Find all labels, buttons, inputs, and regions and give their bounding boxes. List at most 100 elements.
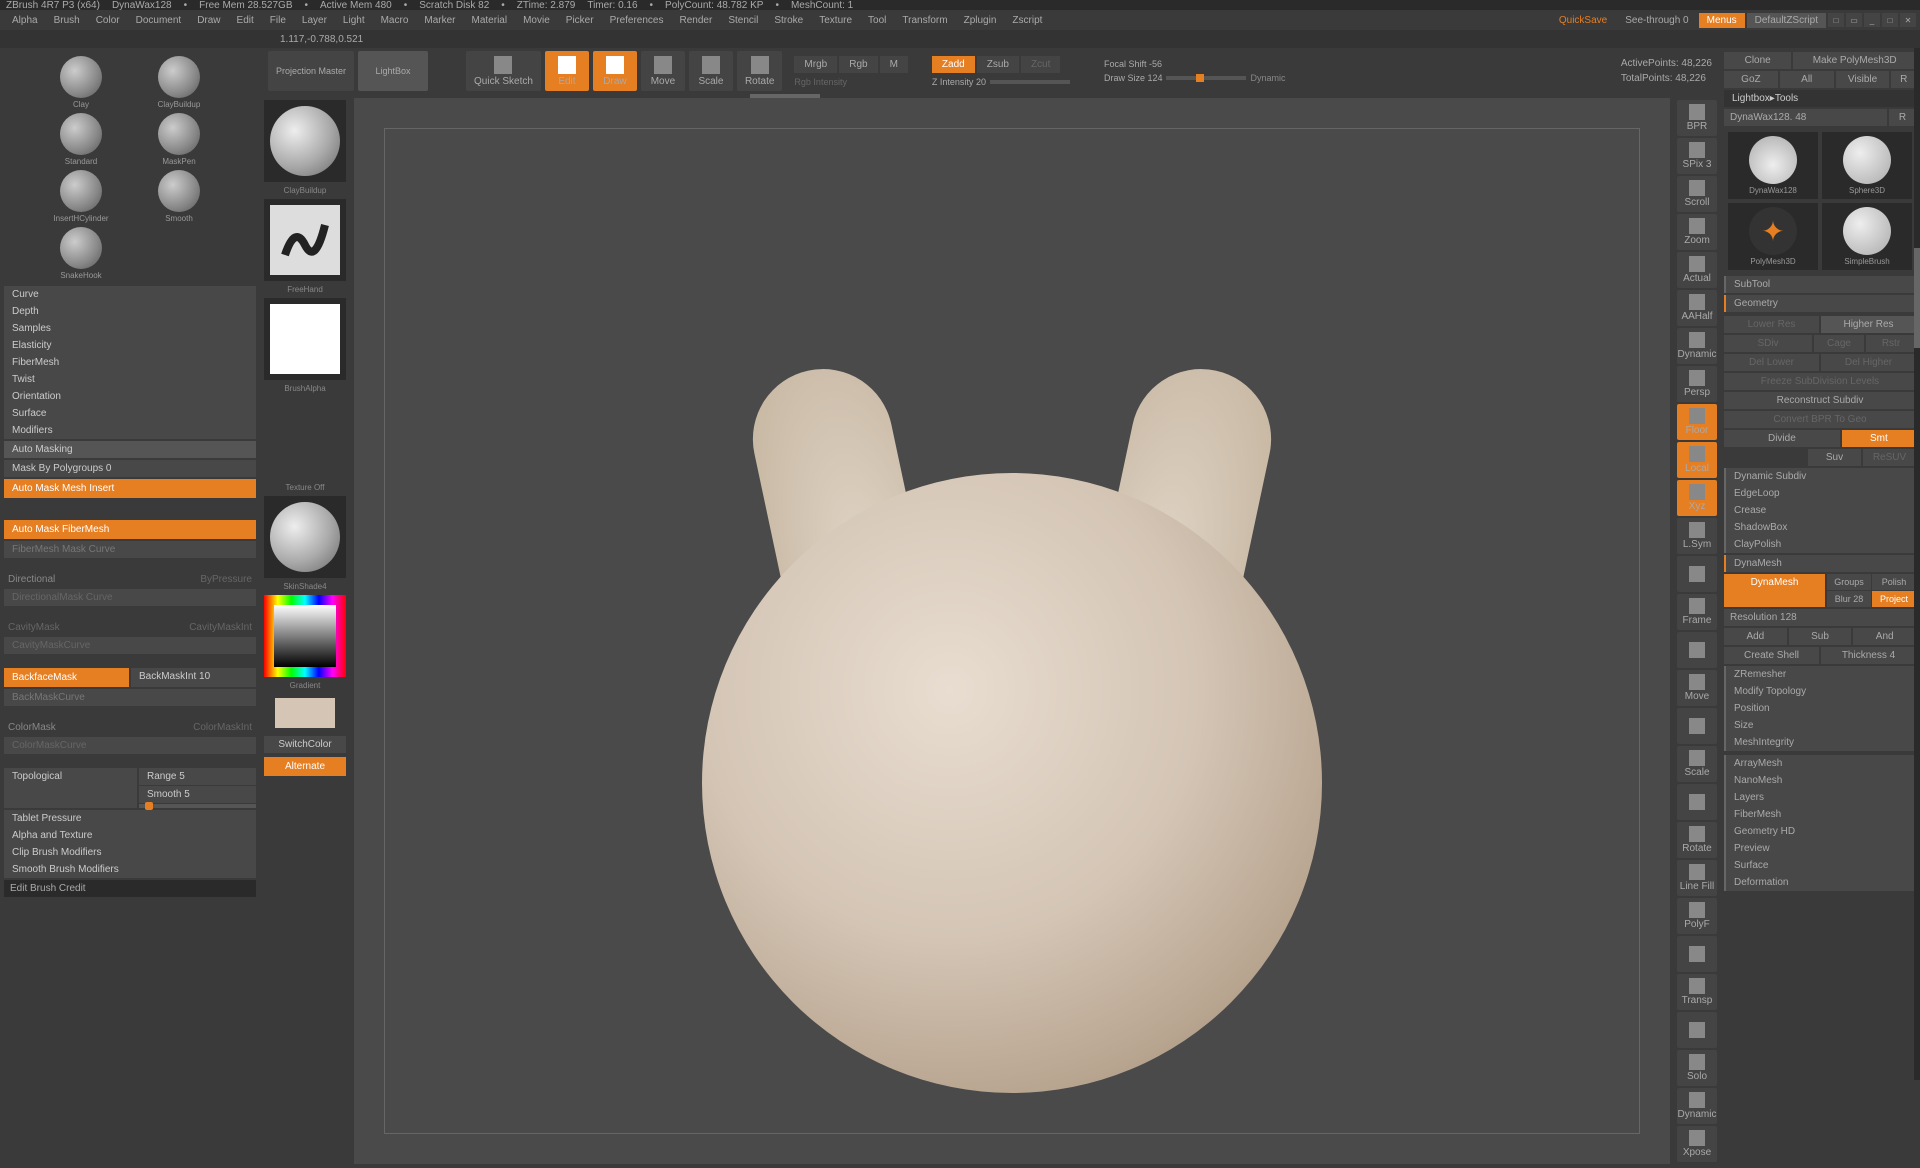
nav-scroll[interactable]: Scroll [1677, 176, 1717, 212]
dynamesh-button[interactable]: DynaMesh [1724, 574, 1825, 607]
window-button[interactable]: ▭ [1846, 13, 1862, 27]
nav-blank[interactable] [1677, 1012, 1717, 1048]
goz-button[interactable]: GoZ [1724, 71, 1778, 88]
menu-marker[interactable]: Marker [416, 13, 463, 28]
higher-res-button[interactable]: Higher Res [1821, 316, 1916, 333]
menu-zscript[interactable]: Zscript [1004, 13, 1050, 28]
section-surface[interactable]: Surface [4, 405, 256, 422]
zadd-button[interactable]: Zadd [932, 56, 975, 73]
nav-transp[interactable]: Transp [1677, 974, 1717, 1010]
nav-persp[interactable]: Persp [1677, 366, 1717, 402]
close-button[interactable]: ✕ [1900, 13, 1916, 27]
section-alpha-and-texture[interactable]: Alpha and Texture [4, 827, 256, 844]
projection-master-button[interactable]: Projection Master [268, 51, 354, 91]
nav-blank[interactable] [1677, 784, 1717, 820]
section-meshintegrity[interactable]: MeshIntegrity [1724, 734, 1916, 751]
menu-picker[interactable]: Picker [558, 13, 602, 28]
section-edgeloop[interactable]: EdgeLoop [1724, 485, 1916, 502]
and-button[interactable]: And [1853, 628, 1916, 645]
brush-selector[interactable] [264, 100, 346, 182]
z-intensity-label[interactable]: Z Intensity 20 [932, 77, 986, 87]
minimize-button[interactable]: _ [1864, 13, 1880, 27]
nav-frame[interactable]: Frame [1677, 594, 1717, 630]
menu-draw[interactable]: Draw [189, 13, 228, 28]
menu-color[interactable]: Color [88, 13, 128, 28]
section-dynamic-subdiv[interactable]: Dynamic Subdiv [1724, 468, 1916, 485]
section-depth[interactable]: Depth [4, 303, 256, 320]
section-crease[interactable]: Crease [1724, 502, 1916, 519]
nav-blank[interactable] [1677, 708, 1717, 744]
menu-preferences[interactable]: Preferences [602, 13, 672, 28]
lightbox-tools-button[interactable]: Lightbox▸Tools [1724, 90, 1916, 107]
menu-stencil[interactable]: Stencil [720, 13, 766, 28]
draw-size-label[interactable]: Draw Size 124 [1104, 73, 1163, 83]
menu-macro[interactable]: Macro [373, 13, 417, 28]
menu-texture[interactable]: Texture [811, 13, 860, 28]
project-button[interactable]: Project [1872, 591, 1916, 607]
freeze-subdiv-button[interactable]: Freeze SubDivision Levels [1724, 373, 1916, 390]
nav-blank[interactable] [1677, 936, 1717, 972]
nav-xpose[interactable]: Xpose [1677, 1126, 1717, 1162]
section-modifiers[interactable]: Modifiers [4, 422, 256, 439]
lightbox-button[interactable]: LightBox [358, 51, 428, 91]
switch-color-button[interactable]: SwitchColor [264, 736, 346, 753]
alpha-selector[interactable] [264, 298, 346, 380]
cavity-label[interactable]: CavityMask [8, 622, 185, 633]
auto-mask-fiber-button[interactable]: Auto Mask FiberMesh [4, 520, 256, 539]
backmask-curve[interactable]: BackMaskCurve [4, 689, 256, 706]
convert-bpr-button[interactable]: Convert BPR To Geo [1724, 411, 1916, 428]
rstr-button[interactable]: Rstr [1866, 335, 1916, 352]
menu-material[interactable]: Material [464, 13, 516, 28]
edit-brush-credit-input[interactable]: Edit Brush Credit [4, 880, 256, 897]
nav-blank[interactable] [1677, 632, 1717, 668]
divide-button[interactable]: Divide [1724, 430, 1840, 447]
section-geometry-hd[interactable]: Geometry HD [1724, 823, 1916, 840]
gradient-toggle[interactable]: Gradient [290, 681, 321, 690]
nav-zoom[interactable]: Zoom [1677, 214, 1717, 250]
focal-shift-label[interactable]: Focal Shift -56 [1104, 59, 1162, 69]
nav-rotate[interactable]: Rotate [1677, 822, 1717, 858]
menus-toggle[interactable]: Menus [1699, 13, 1745, 28]
viewport-canvas[interactable] [354, 98, 1670, 1164]
fiber-mask-curve[interactable]: FiberMesh Mask Curve [4, 541, 256, 558]
clone-button[interactable]: Clone [1724, 52, 1791, 69]
polish-button[interactable]: Polish [1872, 574, 1916, 590]
section-layers[interactable]: Layers [1724, 789, 1916, 806]
menu-transform[interactable]: Transform [894, 13, 955, 28]
section-fibermesh[interactable]: FiberMesh [4, 354, 256, 371]
mask-polygroups[interactable]: Mask By Polygroups 0 [4, 460, 256, 477]
reconstruct-button[interactable]: Reconstruct Subdiv [1724, 392, 1916, 409]
section-position[interactable]: Position [1724, 700, 1916, 717]
menu-brush[interactable]: Brush [46, 13, 88, 28]
sdiv-slider[interactable]: SDiv [1724, 335, 1812, 352]
section-modify-topology[interactable]: Modify Topology [1724, 683, 1916, 700]
backmask-int[interactable]: BackMaskInt 10 [131, 668, 256, 687]
resolution-slider[interactable]: Resolution 128 [1724, 609, 1916, 626]
section-smooth-brush-modifiers[interactable]: Smooth Brush Modifiers [4, 861, 256, 878]
brush-clay[interactable]: Clay [34, 56, 128, 109]
nav-move[interactable]: Move [1677, 670, 1717, 706]
section-deformation[interactable]: Deformation [1724, 874, 1916, 891]
section-curve[interactable]: Curve [4, 286, 256, 303]
script-label[interactable]: DefaultZScript [1747, 13, 1826, 28]
subtool-section[interactable]: SubTool [1724, 276, 1916, 293]
nav-blank[interactable] [1677, 556, 1717, 592]
nav-solo[interactable]: Solo [1677, 1050, 1717, 1086]
material-selector[interactable] [264, 496, 346, 578]
make-polymesh-button[interactable]: Make PolyMesh3D [1793, 52, 1916, 69]
thickness-slider[interactable]: Thickness 4 [1821, 647, 1916, 664]
section-zremesher[interactable]: ZRemesher [1724, 666, 1916, 683]
backface-mask-button[interactable]: BackfaceMask [4, 668, 129, 687]
del-lower-button[interactable]: Del Lower [1724, 354, 1819, 371]
brush-inserthcylinder[interactable]: InsertHCylinder [34, 170, 128, 223]
menu-layer[interactable]: Layer [294, 13, 335, 28]
menu-stroke[interactable]: Stroke [766, 13, 811, 28]
color-picker[interactable] [264, 595, 346, 677]
menu-tool[interactable]: Tool [860, 13, 894, 28]
section-arraymesh[interactable]: ArrayMesh [1724, 755, 1916, 772]
resuv-button[interactable]: ReSUV [1863, 449, 1916, 466]
tool-dynawax128[interactable]: DynaWax128 [1728, 132, 1818, 199]
scrollbar[interactable] [1914, 48, 1920, 1080]
quicksave-button[interactable]: QuickSave [1551, 13, 1615, 28]
nav-local[interactable]: Local [1677, 442, 1717, 478]
